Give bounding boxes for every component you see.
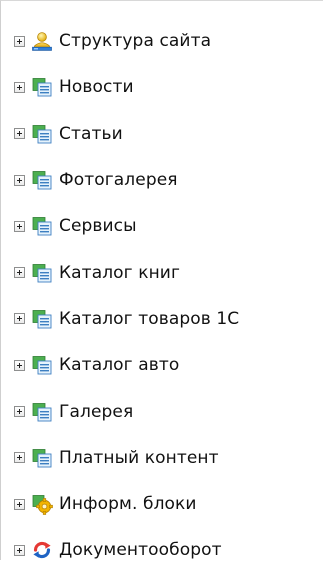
workflow-icon <box>31 539 53 561</box>
infoblocks-settings-icon <box>31 493 53 515</box>
tree-item-1c-catalog[interactable]: Каталог товаров 1С <box>14 296 239 342</box>
infoblock-type-icon <box>31 447 53 469</box>
infoblock-type-icon <box>31 123 53 145</box>
tree-item-label: Информ. блоки <box>59 494 197 515</box>
infoblock-type-icon <box>31 308 53 330</box>
tree-item-label: Статьи <box>59 123 123 144</box>
tree-item-book-catalog[interactable]: Каталог книг <box>14 249 239 295</box>
tree-item-auto-catalog[interactable]: Каталог авто <box>14 342 239 388</box>
tree-item-label: Фотогалерея <box>59 170 178 191</box>
expand-plus-icon[interactable] <box>14 452 25 464</box>
infoblock-type-icon <box>31 354 53 376</box>
infoblock-type-icon <box>31 262 53 284</box>
expand-plus-icon[interactable] <box>14 313 25 325</box>
expand-plus-icon[interactable] <box>14 81 25 93</box>
navigation-tree-panel: Структура сайта Новости Статьи Фотогалер… <box>0 0 323 560</box>
expand-plus-icon[interactable] <box>14 35 25 47</box>
tree-item-label: Каталог товаров 1С <box>59 308 240 329</box>
tree-item-label: Каталог авто <box>59 355 180 376</box>
tree-item-infoblocks[interactable]: Информ. блоки <box>14 481 239 527</box>
tree-item-label: Платный контент <box>59 447 219 468</box>
expand-plus-icon[interactable] <box>14 544 25 556</box>
tree-item-label: Новости <box>59 77 134 98</box>
expand-plus-icon[interactable] <box>14 220 25 232</box>
expand-plus-icon[interactable] <box>14 267 25 279</box>
site-structure-icon <box>31 30 53 52</box>
infoblock-type-icon <box>31 401 53 423</box>
infoblock-type-icon <box>31 76 53 98</box>
tree-item-label: Галерея <box>59 401 134 422</box>
infoblock-type-icon <box>31 169 53 191</box>
tree-item-label: Документооборот <box>59 540 222 561</box>
infoblock-type-icon <box>31 215 53 237</box>
tree-item-workflow[interactable]: Документооборот <box>14 527 239 573</box>
tree-item-site-structure[interactable]: Структура сайта <box>14 18 239 64</box>
tree-item-gallery[interactable]: Галерея <box>14 388 239 434</box>
tree-item-label: Структура сайта <box>59 31 212 52</box>
expand-plus-icon[interactable] <box>14 498 25 510</box>
tree-item-label: Сервисы <box>59 216 137 237</box>
expand-plus-icon[interactable] <box>14 128 25 140</box>
tree-item-label: Каталог книг <box>59 262 180 283</box>
navigation-tree: Структура сайта Новости Статьи Фотогалер… <box>14 21 239 574</box>
tree-item-news[interactable]: Новости <box>14 64 239 110</box>
expand-plus-icon[interactable] <box>14 359 25 371</box>
expand-plus-icon[interactable] <box>14 174 25 186</box>
tree-item-services[interactable]: Сервисы <box>14 203 239 249</box>
expand-plus-icon[interactable] <box>14 406 25 418</box>
tree-item-articles[interactable]: Статьи <box>14 111 239 157</box>
tree-item-paid-content[interactable]: Платный контент <box>14 435 239 481</box>
tree-item-photo-gallery[interactable]: Фотогалерея <box>14 157 239 203</box>
